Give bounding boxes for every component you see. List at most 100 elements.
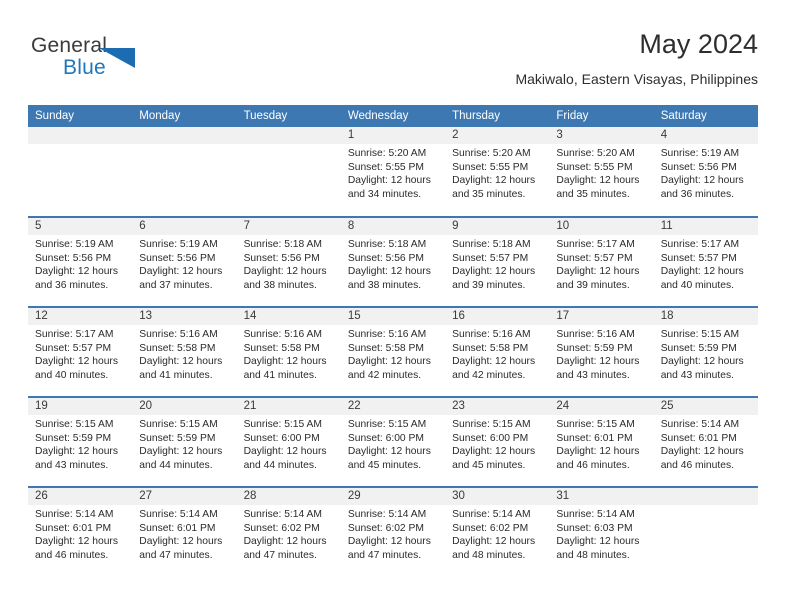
daylight-text-line1: Daylight: 12 hours bbox=[35, 356, 118, 368]
day-number: 11 bbox=[653, 218, 758, 235]
calendar-day-cell[interactable]: 27 Sunrise: 5:14 AM Sunset: 6:01 PM Dayligh… bbox=[132, 486, 237, 577]
day-number: 3 bbox=[549, 127, 654, 144]
day-cell-body: Sunrise: 5:15 AM Sunset: 5:59 PM Daylight:… bbox=[132, 415, 236, 472]
calendar-day-cell[interactable]: 10 Sunrise: 5:17 AM Sunset: 5:57 PM Dayligh… bbox=[549, 216, 654, 307]
calendar-day-cell[interactable]: 20 Sunrise: 5:15 AM Sunset: 5:59 PM Dayligh… bbox=[132, 396, 237, 487]
title-block: May 2024 Makiwalo, Eastern Visayas, Phil… bbox=[515, 28, 758, 89]
day-cell-body: Sunrise: 5:15 AM Sunset: 6:01 PM Daylight:… bbox=[549, 415, 653, 472]
calendar-day-cell[interactable] bbox=[653, 486, 758, 577]
daylight-text-line2: and 42 minutes. bbox=[347, 369, 422, 381]
sunrise-text: Sunrise: 5:18 AM bbox=[452, 239, 531, 250]
sunrise-text: Sunrise: 5:15 AM bbox=[243, 419, 322, 430]
daylight-text-line1: Daylight: 12 hours bbox=[556, 175, 640, 187]
calendar-day-cell[interactable] bbox=[28, 127, 133, 217]
calendar-day-cell[interactable]: 23 Sunrise: 5:15 AM Sunset: 6:00 PM Dayligh… bbox=[445, 396, 550, 487]
day-cell-body: Sunrise: 5:14 AM Sunset: 6:02 PM Daylight:… bbox=[237, 505, 341, 562]
sunset-text: Sunset: 6:00 PM bbox=[243, 432, 320, 444]
calendar-day-cell[interactable]: 19 Sunrise: 5:15 AM Sunset: 5:59 PM Dayligh… bbox=[28, 396, 133, 487]
sunset-text: Sunset: 6:01 PM bbox=[556, 432, 633, 444]
calendar-week-row: 26 Sunrise: 5:14 AM Sunset: 6:01 PM Dayligh… bbox=[28, 486, 758, 577]
calendar-day-cell[interactable]: 31 Sunrise: 5:14 AM Sunset: 6:03 PM Dayligh… bbox=[549, 486, 654, 577]
day-number: 29 bbox=[340, 488, 446, 505]
calendar-day-cell[interactable]: 30 Sunrise: 5:14 AM Sunset: 6:02 PM Dayligh… bbox=[445, 486, 550, 577]
calendar-day-cell[interactable]: 2 Sunrise: 5:20 AM Sunset: 5:55 PM Daylight… bbox=[445, 127, 550, 217]
daylight-text-line1: Daylight: 12 hours bbox=[139, 356, 223, 368]
day-number: 30 bbox=[445, 488, 550, 505]
calendar-day-cell[interactable]: 17 Sunrise: 5:16 AM Sunset: 5:59 PM Dayligh… bbox=[549, 306, 654, 397]
day-cell-body: Sunrise: 5:14 AM Sunset: 6:01 PM Daylight:… bbox=[132, 505, 236, 562]
sunrise-text: Sunrise: 5:15 AM bbox=[35, 419, 114, 430]
daylight-text-line1: Daylight: 12 hours bbox=[35, 536, 118, 548]
day-number bbox=[132, 127, 237, 144]
day-cell-body bbox=[237, 144, 341, 147]
calendar-day-cell[interactable]: 14 Sunrise: 5:16 AM Sunset: 5:58 PM Dayligh… bbox=[236, 306, 341, 397]
day-number: 27 bbox=[132, 488, 237, 505]
calendar-day-cell[interactable]: 18 Sunrise: 5:15 AM Sunset: 5:59 PM Dayligh… bbox=[653, 306, 758, 397]
daylight-text-line1: Daylight: 12 hours bbox=[660, 175, 744, 187]
sunrise-text: Sunrise: 5:17 AM bbox=[660, 239, 740, 250]
daylight-text-line2: and 45 minutes. bbox=[452, 459, 526, 471]
calendar-day-cell[interactable]: 15 Sunrise: 5:16 AM Sunset: 5:58 PM Dayligh… bbox=[340, 306, 446, 397]
sunrise-text: Sunrise: 5:14 AM bbox=[452, 509, 531, 520]
day-cell-body: Sunrise: 5:16 AM Sunset: 5:58 PM Daylight:… bbox=[237, 325, 341, 382]
sunset-text: Sunset: 5:56 PM bbox=[660, 161, 737, 173]
daylight-text-line1: Daylight: 12 hours bbox=[243, 536, 327, 548]
calendar-day-cell[interactable]: 26 Sunrise: 5:14 AM Sunset: 6:01 PM Dayligh… bbox=[28, 486, 133, 577]
daylight-text-line1: Daylight: 12 hours bbox=[347, 356, 431, 368]
calendar-day-cell[interactable]: 21 Sunrise: 5:15 AM Sunset: 6:00 PM Dayligh… bbox=[236, 396, 341, 487]
sunset-text: Sunset: 5:59 PM bbox=[139, 432, 216, 444]
calendar-day-cell[interactable]: 28 Sunrise: 5:14 AM Sunset: 6:02 PM Dayligh… bbox=[236, 486, 341, 577]
calendar-day-cell[interactable]: 16 Sunrise: 5:16 AM Sunset: 5:58 PM Dayligh… bbox=[445, 306, 550, 397]
calendar-day-cell[interactable] bbox=[236, 127, 341, 217]
sunrise-text: Sunrise: 5:18 AM bbox=[243, 239, 322, 250]
calendar-day-cell[interactable]: 11 Sunrise: 5:17 AM Sunset: 5:57 PM Dayligh… bbox=[653, 216, 758, 307]
day-number: 21 bbox=[236, 398, 341, 415]
daylight-text-line1: Daylight: 12 hours bbox=[139, 446, 223, 458]
weekday-header-sunday: Sunday bbox=[28, 105, 133, 127]
day-cell-body: Sunrise: 5:14 AM Sunset: 6:01 PM Daylight:… bbox=[654, 415, 758, 472]
daylight-text-line2: and 44 minutes. bbox=[243, 459, 317, 471]
calendar-day-cell[interactable]: 25 Sunrise: 5:14 AM Sunset: 6:01 PM Dayligh… bbox=[653, 396, 758, 487]
daylight-text-line2: and 47 minutes. bbox=[243, 549, 317, 561]
daylight-text-line1: Daylight: 12 hours bbox=[556, 536, 640, 548]
day-number bbox=[28, 127, 133, 144]
calendar-day-cell[interactable]: 7 Sunrise: 5:18 AM Sunset: 5:56 PM Daylight… bbox=[236, 216, 341, 307]
daylight-text-line2: and 45 minutes. bbox=[347, 459, 422, 471]
day-number bbox=[653, 488, 758, 505]
day-cell-body: Sunrise: 5:15 AM Sunset: 6:00 PM Daylight:… bbox=[445, 415, 549, 472]
calendar-day-cell[interactable]: 13 Sunrise: 5:16 AM Sunset: 5:58 PM Dayligh… bbox=[132, 306, 237, 397]
sunrise-text: Sunrise: 5:17 AM bbox=[556, 239, 635, 250]
sunset-text: Sunset: 6:00 PM bbox=[347, 432, 424, 444]
calendar-day-cell[interactable]: 1 Sunrise: 5:20 AM Sunset: 5:55 PM Daylight… bbox=[340, 127, 446, 217]
calendar-day-cell[interactable]: 24 Sunrise: 5:15 AM Sunset: 6:01 PM Dayligh… bbox=[549, 396, 654, 487]
weekday-header-friday: Friday bbox=[549, 105, 654, 127]
day-cell-body: Sunrise: 5:17 AM Sunset: 5:57 PM Daylight:… bbox=[28, 325, 132, 382]
day-cell-body: Sunrise: 5:15 AM Sunset: 6:00 PM Daylight:… bbox=[237, 415, 341, 472]
calendar-day-cell[interactable]: 12 Sunrise: 5:17 AM Sunset: 5:57 PM Dayligh… bbox=[28, 306, 133, 397]
day-cell-body: Sunrise: 5:19 AM Sunset: 5:56 PM Daylight:… bbox=[28, 235, 132, 292]
sunrise-text: Sunrise: 5:18 AM bbox=[347, 239, 427, 250]
daylight-text-line2: and 36 minutes. bbox=[35, 279, 109, 291]
day-number: 20 bbox=[132, 398, 237, 415]
sunset-text: Sunset: 6:02 PM bbox=[347, 522, 424, 534]
calendar-day-cell[interactable]: 8 Sunrise: 5:18 AM Sunset: 5:56 PM Daylight… bbox=[340, 216, 446, 307]
daylight-text-line2: and 46 minutes. bbox=[556, 459, 630, 471]
sunrise-text: Sunrise: 5:16 AM bbox=[452, 329, 531, 340]
calendar-day-cell[interactable]: 6 Sunrise: 5:19 AM Sunset: 5:56 PM Daylight… bbox=[132, 216, 237, 307]
day-number: 5 bbox=[28, 218, 133, 235]
general-blue-logo-icon[interactable]: General Blue bbox=[31, 34, 181, 90]
day-cell-body: Sunrise: 5:16 AM Sunset: 5:58 PM Daylight:… bbox=[445, 325, 549, 382]
calendar-day-cell[interactable]: 9 Sunrise: 5:18 AM Sunset: 5:57 PM Daylight… bbox=[445, 216, 550, 307]
daylight-text-line1: Daylight: 12 hours bbox=[556, 446, 640, 458]
sunset-text: Sunset: 5:56 PM bbox=[243, 252, 320, 264]
calendar-day-cell[interactable]: 5 Sunrise: 5:19 AM Sunset: 5:56 PM Daylight… bbox=[28, 216, 133, 307]
calendar-day-cell[interactable]: 4 Sunrise: 5:19 AM Sunset: 5:56 PM Daylight… bbox=[653, 127, 758, 217]
daylight-text-line1: Daylight: 12 hours bbox=[35, 266, 118, 278]
calendar-day-cell[interactable] bbox=[132, 127, 237, 217]
calendar-day-cell[interactable]: 29 Sunrise: 5:14 AM Sunset: 6:02 PM Dayligh… bbox=[340, 486, 446, 577]
calendar-day-cell[interactable]: 22 Sunrise: 5:15 AM Sunset: 6:00 PM Dayligh… bbox=[340, 396, 446, 487]
day-cell-body bbox=[132, 144, 236, 147]
daylight-text-line2: and 48 minutes. bbox=[556, 549, 630, 561]
calendar-day-cell[interactable]: 3 Sunrise: 5:20 AM Sunset: 5:55 PM Daylight… bbox=[549, 127, 654, 217]
day-cell-body: Sunrise: 5:14 AM Sunset: 6:03 PM Daylight:… bbox=[549, 505, 653, 562]
